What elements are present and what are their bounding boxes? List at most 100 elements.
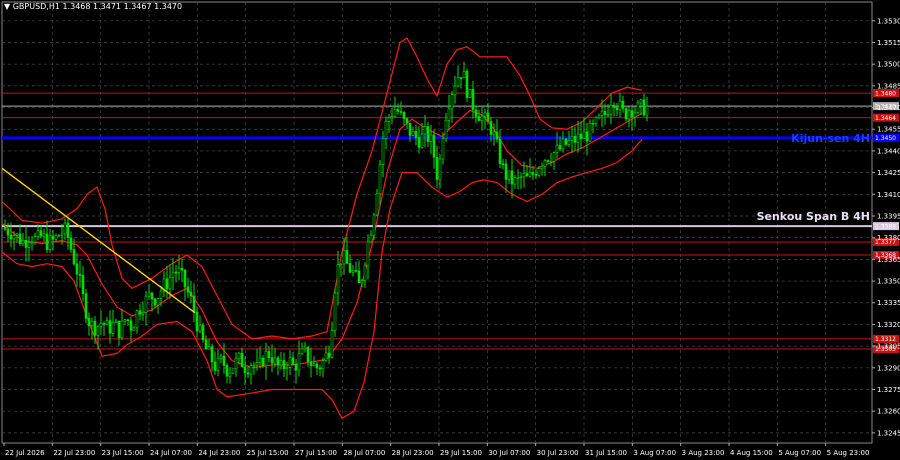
candle-body: [525, 173, 529, 177]
candle-body: [270, 357, 274, 364]
candle-body: [588, 122, 592, 142]
candle-body: [426, 126, 430, 142]
candle-body: [465, 70, 469, 98]
candle-body: [9, 234, 13, 240]
level-label: 1.3388: [875, 223, 896, 230]
candle-body: [183, 269, 187, 288]
candle-body: [492, 131, 496, 135]
x-tick-label: 31 Jul 15:00: [585, 449, 627, 457]
candle-body: [285, 367, 289, 370]
candle-body: [561, 138, 565, 150]
candle-body: [177, 267, 181, 273]
x-tick-label: 30 Jul 07:00: [488, 449, 530, 457]
candle-body: [201, 324, 205, 341]
candle-body: [129, 320, 133, 331]
y-tick-label: 1.3440: [877, 147, 900, 155]
x-tick-label: 27 Jul 15:00: [295, 449, 337, 457]
candle-body: [558, 145, 562, 150]
candle-body: [195, 311, 199, 332]
candle-body: [444, 120, 448, 140]
candle-body: [297, 353, 301, 371]
candle-body: [642, 99, 646, 116]
candle-body: [531, 172, 535, 175]
candle-body: [390, 116, 394, 119]
candle-body: [540, 166, 544, 169]
candle-body: [435, 156, 439, 180]
candle-body: [591, 122, 595, 125]
candle-body: [21, 239, 25, 245]
candle-body: [453, 85, 457, 95]
candle-body: [138, 310, 142, 315]
candle-body: [39, 230, 43, 237]
candle-body: [300, 348, 304, 355]
y-tick-label: 1.3425: [877, 169, 900, 177]
candle-body: [261, 357, 265, 367]
candle-body: [600, 110, 604, 116]
candle-body: [222, 355, 226, 366]
candle-body: [87, 317, 91, 327]
candle-body: [399, 111, 403, 113]
candle-body: [441, 138, 445, 160]
candle-body: [624, 108, 628, 120]
y-tick-label: 1.3515: [877, 39, 900, 47]
candle-body: [51, 235, 55, 240]
price-chart[interactable]: 1.34801.34701.34641.34501.33881.33771.33…: [0, 0, 900, 460]
candle-body: [288, 357, 292, 368]
candle-body: [33, 236, 37, 243]
y-tick-label: 1.3335: [877, 299, 900, 307]
candle-body: [417, 137, 421, 148]
candle-body: [15, 233, 19, 236]
candle-body: [105, 320, 109, 325]
candle-body: [381, 138, 385, 165]
candle-body: [315, 363, 319, 369]
candle-body: [147, 292, 151, 297]
candle-body: [225, 365, 229, 377]
candle-body: [12, 235, 16, 240]
y-tick-label: 1.3245: [877, 429, 900, 437]
candle-body: [78, 273, 82, 276]
candle-body: [579, 133, 583, 140]
annotation-label: Kijun-sen 4H: [791, 132, 870, 145]
candle-body: [159, 290, 163, 299]
candle-body: [282, 360, 286, 370]
candle-body: [606, 114, 610, 116]
candle-body: [384, 121, 388, 139]
candle-body: [372, 214, 376, 236]
candle-body: [360, 280, 364, 284]
candle-body: [534, 174, 538, 176]
candle-body: [90, 320, 94, 327]
candle-body: [594, 117, 598, 125]
candle-body: [501, 163, 505, 166]
y-tick-label: 1.3380: [877, 234, 900, 242]
candle-body: [249, 365, 253, 375]
candle-body: [471, 88, 475, 111]
candle-body: [567, 140, 571, 145]
candle-body: [279, 360, 283, 366]
candle-body: [42, 233, 46, 237]
candle-body: [621, 100, 625, 109]
candle-body: [396, 109, 400, 112]
candle-body: [18, 233, 22, 245]
candle-body: [639, 99, 643, 104]
candle-body: [537, 168, 541, 176]
x-tick-label: 23 Jul 15:00: [102, 449, 144, 457]
candle-body: [132, 327, 136, 331]
candle-body: [555, 145, 559, 153]
y-tick-label: 1.3305: [877, 343, 900, 351]
candle-body: [549, 161, 553, 163]
x-tick-label: 30 Jul 23:00: [537, 449, 579, 457]
candle-body: [339, 263, 343, 266]
candle-body: [447, 108, 451, 121]
candle-body: [54, 235, 58, 240]
candle-body: [528, 172, 532, 177]
level-label: 1.3464: [875, 115, 896, 122]
candle-body: [30, 241, 34, 244]
candle-body: [462, 70, 466, 79]
candle-body: [570, 135, 574, 141]
candle-body: [489, 121, 493, 135]
candle-body: [36, 230, 40, 237]
candle-body: [423, 126, 427, 135]
candle-body: [24, 239, 28, 248]
candle-body: [102, 322, 106, 325]
candle-body: [420, 133, 424, 148]
